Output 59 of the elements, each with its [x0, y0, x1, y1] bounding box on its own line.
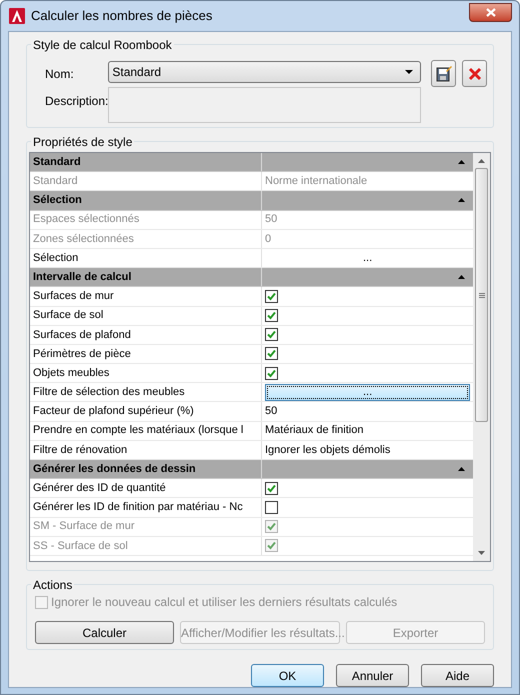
checkbox[interactable] — [265, 347, 278, 360]
app-logo-icon — [9, 8, 25, 24]
collapse-icon[interactable] — [458, 160, 466, 164]
property-label: Périmètres de pièce — [30, 344, 262, 364]
dialog-button[interactable]: OK — [251, 664, 324, 687]
dropdown-value: Standard — [112, 64, 162, 81]
property-label: Surfaces de mur — [30, 287, 262, 306]
close-icon — [486, 8, 496, 16]
dialog-button[interactable]: Annuler — [336, 664, 409, 687]
checkbox[interactable] — [265, 290, 278, 303]
property-label: Standard — [30, 172, 262, 190]
property-label: Prendre en compte les matériaux (lorsque l — [30, 422, 262, 440]
collapse-icon[interactable] — [458, 467, 466, 472]
property-value: 50 — [265, 212, 278, 228]
save-style-button[interactable] — [431, 60, 456, 87]
property-label: Surfaces de plafond — [30, 326, 262, 344]
browse-button[interactable]: ... — [265, 384, 470, 401]
property-label: Filtre de sélection des meubles — [30, 383, 262, 402]
collapse-icon[interactable] — [458, 198, 466, 202]
dropdown-arrow-icon — [405, 70, 414, 74]
field-label: Nom: — [45, 66, 75, 83]
dialog-button[interactable]: Aide — [421, 664, 494, 687]
checkbox[interactable] — [265, 366, 278, 380]
vertical-scrollbar[interactable] — [473, 153, 490, 561]
checkbox-label: Ignorer le nouveau calcul et utiliser les derniers résultats calculés — [51, 594, 398, 611]
property-label: Sélection — [30, 248, 262, 268]
property-label: SS - Surface de sol — [30, 536, 262, 555]
field-label: Description: — [45, 93, 108, 110]
property-value: Norme internationale — [265, 174, 368, 190]
property-label: Générer des ID de quantité — [30, 479, 262, 498]
scroll-up-icon — [478, 159, 486, 163]
browse-button[interactable]: ... — [265, 250, 470, 267]
scroll-thumb[interactable] — [475, 168, 488, 422]
action-button[interactable]: Calculer — [35, 621, 174, 644]
property-label: Filtre de rénovation — [30, 440, 262, 459]
name-dropdown[interactable]: Standard — [108, 61, 422, 83]
delete-icon — [468, 66, 482, 80]
checkbox[interactable] — [265, 309, 278, 322]
scroll-down-icon — [478, 551, 486, 555]
property-label: Facteur de plafond supérieur (%) — [30, 402, 262, 421]
property-value: Ignorer les objets démolis — [265, 442, 390, 458]
property-label: Espaces sélectionnés — [30, 210, 262, 229]
property-label: SM - Surface de mur — [30, 518, 262, 536]
property-label: Générer les ID de finition par matériau - Nc — [30, 498, 262, 517]
property-label: Zones sélectionnées — [30, 230, 262, 248]
grip-icon — [478, 292, 485, 298]
property-value: 0 — [265, 232, 272, 247]
property-label: Objets meubles — [30, 364, 262, 382]
collapse-icon[interactable] — [458, 275, 466, 280]
property-value: Matériaux de finition — [265, 423, 364, 438]
property-value: 50 — [265, 404, 278, 420]
window-title: Calculer les nombres de pièces — [31, 7, 212, 26]
checkbox[interactable] — [265, 500, 278, 514]
checkbox[interactable] — [265, 328, 278, 342]
close-button[interactable] — [469, 2, 512, 22]
checkbox[interactable] — [265, 482, 278, 495]
property-label: Surface de sol — [30, 306, 262, 325]
description-field[interactable] — [108, 87, 422, 123]
delete-style-button[interactable] — [462, 60, 488, 87]
